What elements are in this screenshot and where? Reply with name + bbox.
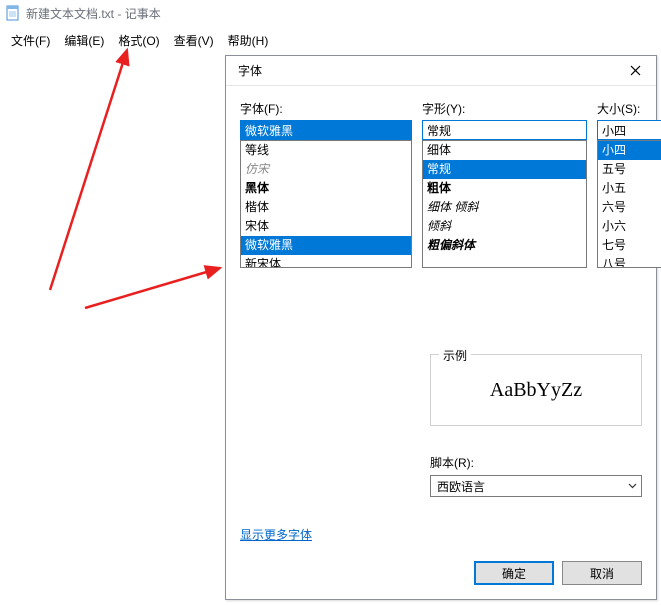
list-item[interactable]: 五号 <box>598 160 661 179</box>
sample-groupbox: 示例 AaBbYyZz <box>430 354 642 426</box>
font-style-listbox[interactable]: 细体 常规 粗体 细体 倾斜 倾斜 粗偏斜体 <box>422 140 587 268</box>
font-size-listbox[interactable]: 小四 五号 小五 六号 小六 七号 八号 <box>597 140 661 268</box>
script-label: 脚本(R): <box>430 454 642 471</box>
annotation-arrow-1 <box>40 40 240 300</box>
script-dropdown[interactable]: 西欧语言 <box>430 475 642 497</box>
menu-view[interactable]: 查看(V) <box>167 30 221 51</box>
script-value: 西欧语言 <box>437 478 485 495</box>
list-item[interactable]: 倾斜 <box>423 217 586 236</box>
sample-text: AaBbYyZz <box>431 355 641 425</box>
ok-button[interactable]: 确定 <box>474 561 554 585</box>
show-more-fonts-link[interactable]: 显示更多字体 <box>240 526 312 543</box>
list-item[interactable]: 细体 倾斜 <box>423 198 586 217</box>
font-style-label: 字形(Y): <box>422 100 587 117</box>
list-item[interactable]: 常规 <box>423 160 586 179</box>
menu-file[interactable]: 文件(F) <box>4 30 57 51</box>
font-size-label: 大小(S): <box>597 100 661 117</box>
annotation-arrow-2 <box>80 258 240 318</box>
list-item[interactable]: 小五 <box>598 179 661 198</box>
list-item[interactable]: 小六 <box>598 217 661 236</box>
list-item[interactable]: 六号 <box>598 198 661 217</box>
list-item[interactable]: 黑体 <box>241 179 411 198</box>
list-item[interactable]: 小四 <box>598 141 661 160</box>
list-item[interactable]: 粗偏斜体 <box>423 236 586 255</box>
list-item[interactable]: 细体 <box>423 141 586 160</box>
dialog-titlebar[interactable]: 字体 <box>226 56 656 86</box>
font-name-label: 字体(F): <box>240 100 412 117</box>
font-style-input[interactable] <box>422 120 587 140</box>
list-item[interactable]: 微软雅黑 <box>241 236 411 255</box>
close-icon[interactable] <box>620 59 650 83</box>
cancel-button[interactable]: 取消 <box>562 561 642 585</box>
dialog-title: 字体 <box>238 62 262 79</box>
sample-label: 示例 <box>439 347 471 364</box>
notepad-icon <box>6 5 20 21</box>
list-item[interactable]: 八号 <box>598 255 661 268</box>
font-name-input[interactable] <box>240 120 412 140</box>
chevron-down-icon <box>628 481 637 492</box>
menu-edit[interactable]: 编辑(E) <box>57 30 111 51</box>
menu-help[interactable]: 帮助(H) <box>221 30 276 51</box>
list-item[interactable]: 新宋体 <box>241 255 411 268</box>
notepad-title: 新建文本文档.txt - 记事本 <box>26 5 161 22</box>
list-item[interactable]: 仿宋 <box>241 160 411 179</box>
list-item[interactable]: 粗体 <box>423 179 586 198</box>
list-item[interactable]: 七号 <box>598 236 661 255</box>
font-name-listbox[interactable]: 等线 仿宋 黑体 楷体 宋体 微软雅黑 新宋体 <box>240 140 412 268</box>
list-item[interactable]: 楷体 <box>241 198 411 217</box>
list-item[interactable]: 等线 <box>241 141 411 160</box>
list-item[interactable]: 宋体 <box>241 217 411 236</box>
notepad-titlebar: 新建文本文档.txt - 记事本 <box>0 0 661 26</box>
menu-format[interactable]: 格式(O) <box>111 30 166 51</box>
font-size-input[interactable] <box>597 120 661 140</box>
menubar: 文件(F) 编辑(E) 格式(O) 查看(V) 帮助(H) <box>0 26 661 57</box>
font-dialog: 字体 字体(F): 等线 仿宋 黑体 楷体 宋体 微软雅黑 新宋体 <box>225 55 657 600</box>
